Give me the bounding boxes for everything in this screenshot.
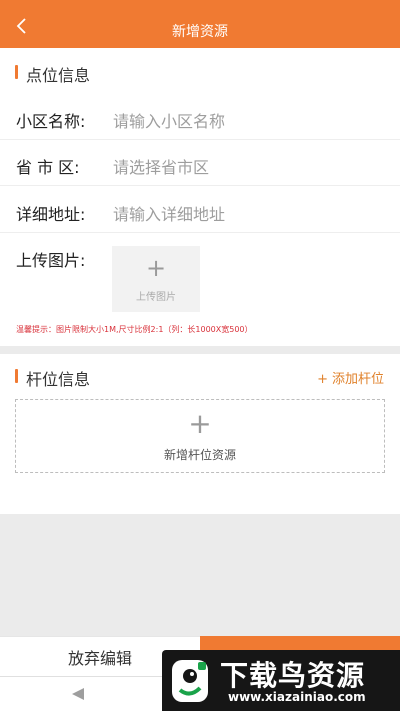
point-info-header: 点位信息 — [0, 48, 400, 92]
community-name-label: 小区名称: — [16, 112, 86, 131]
community-name-row[interactable]: 小区名称: 请输入小区名称 — [0, 94, 400, 140]
address-label: 详细地址: — [16, 205, 86, 224]
address-input[interactable]: 请输入详细地址 — [113, 201, 225, 225]
upload-image-button[interactable]: + 上传图片 — [112, 246, 200, 312]
region-row[interactable]: 省 市 区: 请选择省市区 — [0, 140, 400, 186]
nav-back-icon[interactable] — [70, 686, 86, 702]
watermark-title: 下载鸟资源 — [220, 659, 366, 692]
section-accent-bar — [15, 369, 18, 383]
point-info-card: 点位信息 小区名称: 请输入小区名称 省 市 区: 请选择省市区 详细地址: 请… — [0, 48, 400, 346]
plus-icon: + — [317, 372, 328, 387]
watermark-url: www.xiazainiao.com — [228, 690, 366, 704]
upload-image-text: 上传图片 — [136, 292, 176, 303]
add-pole-resource-box[interactable]: + 新增杆位资源 — [15, 399, 385, 473]
point-info-title: 点位信息 — [26, 66, 91, 85]
section-accent-bar — [15, 65, 18, 79]
address-row[interactable]: 详细地址: 请输入详细地址 — [0, 187, 400, 233]
watermark-logo: 下载鸟资源 www.xiazainiao.com — [162, 650, 400, 711]
plus-icon: + — [188, 407, 212, 440]
region-label: 省 市 区: — [16, 158, 80, 177]
pole-info-card: 杆位信息 + 添加杆位 + 新增杆位资源 — [0, 354, 400, 514]
region-select[interactable]: 请选择省市区 — [113, 154, 209, 178]
bird-logo-icon — [172, 660, 208, 702]
upload-label: 上传图片: — [16, 251, 86, 270]
add-pole-label: 添加杆位 — [331, 372, 384, 387]
pole-info-title: 杆位信息 — [26, 370, 91, 389]
community-name-input[interactable]: 请输入小区名称 — [113, 108, 225, 132]
add-pole-button[interactable]: + 添加杆位 — [317, 368, 384, 387]
plus-icon: + — [145, 254, 167, 282]
upload-hint: 温馨提示：图片限制大小1M,尺寸比例2:1（列：长1000X宽500） — [16, 325, 253, 334]
add-pole-resource-text: 新增杆位资源 — [163, 448, 236, 462]
page-title: 新增资源 — [172, 24, 228, 40]
top-bar: 新增资源 — [0, 0, 400, 48]
